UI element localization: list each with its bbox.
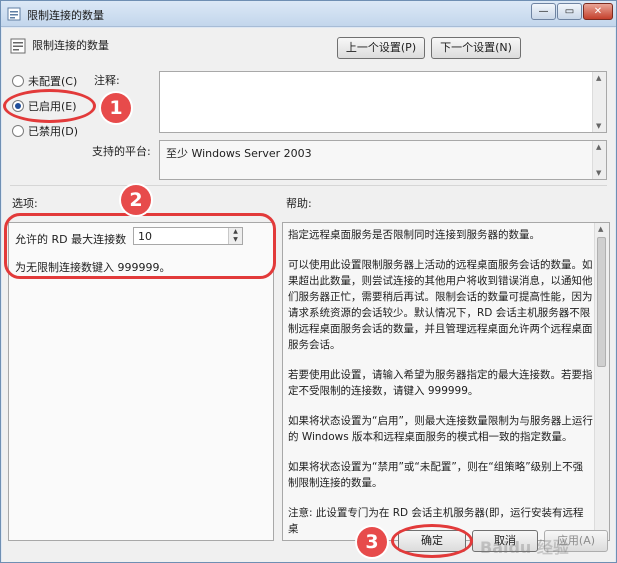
help-paragraph: 指定远程桌面服务是否限制同时连接到服务器的数量。 [288,229,540,241]
radio-disabled-label: 已禁用(D) [28,125,79,138]
annotation-badge-2: 2 [121,185,151,215]
policy-icon [7,7,21,21]
platform-label: 支持的平台: [92,145,151,158]
options-heading: 选项: [12,197,38,210]
next-setting-button[interactable]: 下一个设置(N) [431,37,521,59]
setting-title: 限制连接的数量 [32,39,109,52]
help-heading: 帮助: [286,197,312,210]
help-paragraph: 若要使用此设置，请输入希望为服务器指定的最大连接数。若要指定不受限制的连接数，请… [288,369,593,397]
maximize-button[interactable]: ▭ [557,3,582,20]
help-paragraph: 可以使用此设置限制服务器上活动的远程桌面服务会话的数量。如果超出此数量，则尝试连… [288,259,593,351]
help-content: 指定远程桌面服务是否限制同时连接到服务器的数量。 可以使用此设置限制服务器上活动… [288,227,593,540]
help-paragraph: 如果将状态设置为“启用”，则最大连接数量限制为与服务器上运行的 Windows … [288,415,593,443]
help-paragraph: 如果将状态设置为“禁用”或“未配置”，则在“组策略”级别上不强制限制连接的数量。 [288,461,584,489]
scroll-up-icon[interactable]: ▲ [596,74,601,82]
annotation-badge-3: 3 [357,527,387,557]
comment-label: 注释: [94,74,120,87]
minimize-button[interactable]: — [531,3,556,20]
close-button[interactable]: ✕ [583,3,613,20]
annotation-ellipse-enabled [3,89,96,123]
annotation-ellipse-ok [391,524,473,558]
scroll-up-icon[interactable]: ▲ [596,143,601,151]
radio-disabled[interactable]: 已禁用(D) [12,123,78,139]
title-bar[interactable]: 限制连接的数量 — ▭ ✕ [1,1,616,27]
comment-scrollbar[interactable]: ▲ ▼ [592,72,606,132]
annotation-box-options [4,213,276,279]
radio-disabled-dot[interactable] [12,125,24,137]
policy-setting-icon [10,38,26,54]
help-scrollbar[interactable]: ▲ ▼ [594,223,609,540]
platform-value: 至少 Windows Server 2003 [166,147,312,160]
window-title: 限制连接的数量 [27,9,104,22]
radio-not-configured[interactable]: 未配置(C) [12,73,77,89]
scroll-down-icon[interactable]: ▼ [596,169,601,177]
platform-box: 至少 Windows Server 2003 ▲ ▼ [159,140,607,180]
policy-dialog: 限制连接的数量 — ▭ ✕ 限制连接的数量 上一个设置(P) 下一个设置(N) … [0,0,617,563]
scroll-down-icon[interactable]: ▼ [596,122,601,130]
watermark: Baidu 经验 [480,538,569,557]
annotation-badge-1: 1 [101,93,131,123]
help-panel: 指定远程桌面服务是否限制同时连接到服务器的数量。 可以使用此设置限制服务器上活动… [282,222,610,541]
platform-scrollbar[interactable]: ▲ ▼ [592,141,606,179]
comment-textarea[interactable]: ▲ ▼ [159,71,607,133]
previous-setting-button[interactable]: 上一个设置(P) [337,37,425,59]
scroll-up-icon[interactable]: ▲ [598,225,603,233]
radio-not-configured-dot[interactable] [12,75,24,87]
radio-not-configured-label: 未配置(C) [28,75,78,88]
section-divider [10,185,607,186]
scroll-thumb[interactable] [597,237,606,367]
